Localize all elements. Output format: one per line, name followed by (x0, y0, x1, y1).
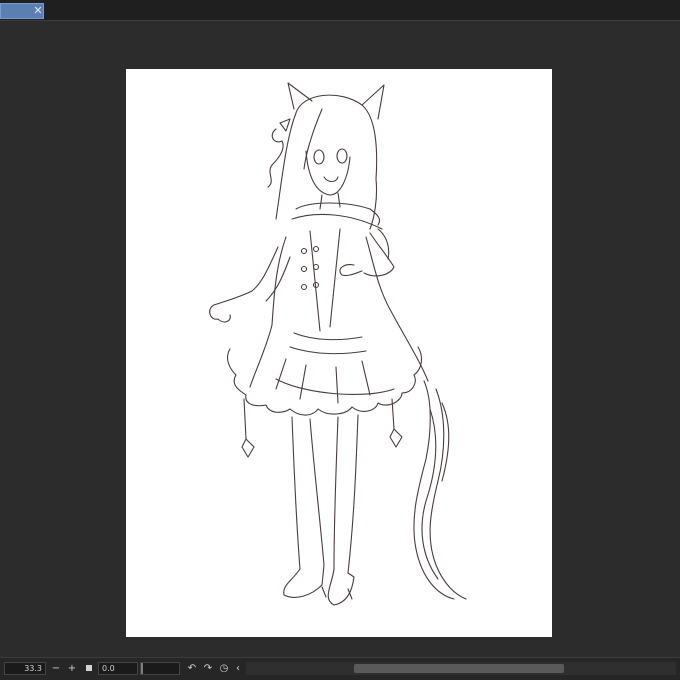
rotation-slider-thumb[interactable] (141, 663, 143, 674)
paint-app-window: ✕ 33.3 − + 0.0 ↶ ↷ ◷ ‹ (0, 0, 680, 680)
rotation-input[interactable]: 0.0 (98, 662, 138, 675)
plus-icon[interactable]: + (66, 662, 78, 675)
flip-icon[interactable]: ‹ (232, 662, 244, 675)
drawing-canvas[interactable] (126, 69, 552, 637)
rotate-right-icon[interactable]: ↷ (202, 662, 214, 675)
document-tab[interactable]: ✕ (0, 3, 44, 19)
close-icon[interactable]: ✕ (32, 4, 44, 18)
rotate-left-icon[interactable]: ↶ (186, 662, 198, 675)
canvas-workspace[interactable] (0, 21, 680, 657)
reset-rotation-icon[interactable]: ◷ (218, 662, 230, 675)
scrollbar-thumb[interactable] (354, 664, 564, 673)
status-bar: 33.3 − + 0.0 ↶ ↷ ◷ ‹ (0, 657, 680, 680)
sketch-artwork (209, 82, 467, 606)
minus-icon[interactable]: − (50, 662, 62, 675)
zoom-input[interactable]: 33.3 (4, 662, 46, 675)
rotation-slider[interactable] (140, 662, 180, 675)
fit-screen-icon[interactable] (86, 665, 92, 671)
horizontal-scrollbar[interactable] (246, 662, 676, 675)
document-tab-bar: ✕ (0, 0, 680, 21)
